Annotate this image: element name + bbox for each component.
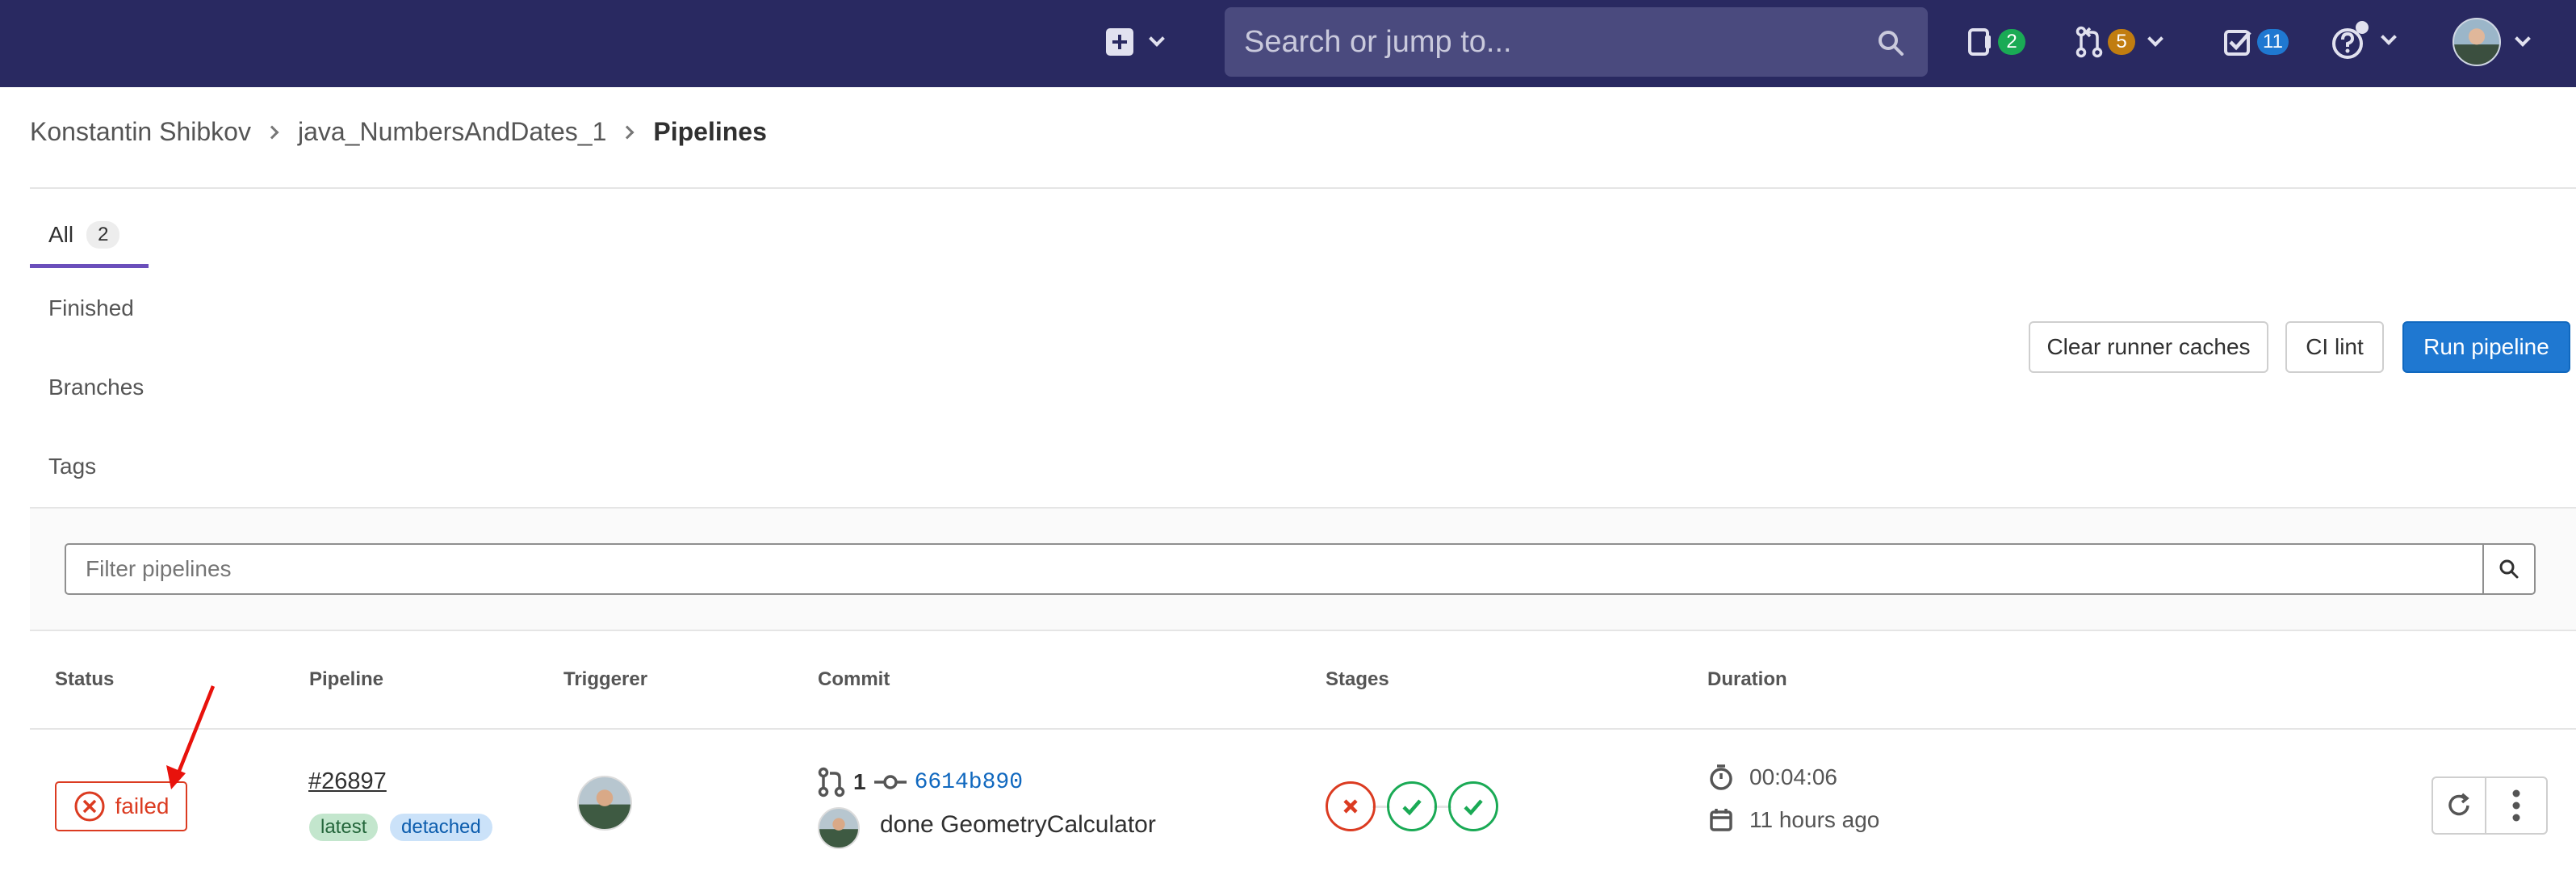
tab-branches[interactable]: Branches bbox=[48, 375, 144, 400]
pipeline-finished-time: 11 hours ago bbox=[1709, 807, 1879, 833]
tab-count-badge: 2 bbox=[86, 220, 120, 249]
issues-link[interactable]: 2 bbox=[1967, 18, 2025, 66]
chevron-down-icon bbox=[2515, 31, 2531, 47]
pipeline-id-link[interactable]: #26897 bbox=[308, 768, 387, 795]
merge-request-icon bbox=[818, 767, 845, 797]
filter-pipelines-input[interactable] bbox=[65, 543, 2484, 595]
commit-icon bbox=[873, 775, 907, 789]
new-dropdown[interactable] bbox=[1106, 18, 1165, 66]
todos-count-badge: 11 bbox=[2257, 29, 2289, 55]
retry-icon bbox=[2448, 793, 2469, 816]
chevron-down-icon bbox=[2147, 31, 2163, 47]
tab-tags[interactable]: Tags bbox=[48, 454, 96, 479]
close-icon bbox=[1343, 799, 1358, 814]
breadcrumb: Konstantin Shibkov java_NumbersAndDates_… bbox=[30, 117, 767, 147]
breadcrumb-item-user[interactable]: Konstantin Shibkov bbox=[30, 117, 251, 147]
clear-runner-caches-button[interactable]: Clear runner caches bbox=[2029, 321, 2268, 373]
retry-button[interactable] bbox=[2431, 776, 2486, 835]
chevron-right-icon bbox=[265, 125, 279, 139]
search-box[interactable] bbox=[1225, 7, 1928, 77]
duration-value: 00:04:06 bbox=[1749, 764, 1837, 789]
issues-count-badge: 2 bbox=[1998, 29, 2025, 55]
breadcrumb-item-project[interactable]: java_NumbersAndDates_1 bbox=[298, 117, 606, 147]
top-navbar: 2 5 11 bbox=[0, 0, 2576, 87]
todos-link[interactable]: 11 bbox=[2223, 18, 2289, 66]
user-menu[interactable] bbox=[2452, 16, 2531, 68]
plus-square-icon bbox=[1106, 28, 1133, 56]
finished-time-value: 11 hours ago bbox=[1749, 807, 1880, 832]
chevron-right-icon bbox=[620, 125, 635, 139]
chevron-down-icon bbox=[2381, 29, 2397, 45]
calendar-icon bbox=[1710, 809, 1732, 831]
column-header-status: Status bbox=[55, 668, 115, 690]
status-badge[interactable]: failed bbox=[55, 781, 187, 831]
stage-success-button[interactable] bbox=[1387, 781, 1437, 831]
latest-badge: latest bbox=[309, 814, 379, 841]
tab-label: All bbox=[48, 221, 74, 247]
stage-success-button[interactable] bbox=[1448, 781, 1498, 831]
search-icon bbox=[2499, 559, 2519, 579]
divider bbox=[30, 728, 2576, 730]
pipeline-duration: 00:04:06 bbox=[1709, 764, 1837, 791]
merge-requests-count-badge: 5 bbox=[2108, 29, 2135, 55]
vertical-ellipsis-icon bbox=[2512, 789, 2520, 822]
help-dropdown[interactable] bbox=[2330, 15, 2397, 66]
more-actions-button[interactable] bbox=[2485, 776, 2548, 835]
search-input[interactable] bbox=[1244, 24, 1858, 60]
commit-author-avatar[interactable] bbox=[818, 807, 860, 849]
column-header-pipeline: Pipeline bbox=[309, 668, 384, 690]
check-icon bbox=[1402, 799, 1422, 816]
column-header-duration: Duration bbox=[1707, 668, 1787, 690]
check-icon bbox=[1464, 799, 1483, 816]
timer-icon bbox=[1710, 764, 1732, 790]
avatar bbox=[2452, 18, 2501, 66]
column-header-stages: Stages bbox=[1326, 668, 1389, 690]
stage-failed-button[interactable] bbox=[1326, 781, 1376, 831]
column-header-commit: Commit bbox=[818, 668, 890, 690]
issues-icon bbox=[1968, 28, 1991, 56]
tab-finished[interactable]: Finished bbox=[48, 295, 134, 321]
breadcrumb-item-current[interactable]: Pipelines bbox=[653, 117, 767, 147]
chevron-down-icon bbox=[1149, 31, 1165, 47]
column-header-triggerer: Triggerer bbox=[563, 668, 648, 690]
search-icon bbox=[1879, 31, 1904, 56]
merge-requests-dropdown[interactable]: 5 bbox=[2075, 18, 2163, 66]
divider bbox=[30, 187, 2576, 189]
triggerer-avatar[interactable] bbox=[577, 776, 632, 831]
commit-ref: 1 6614b890 bbox=[818, 767, 1023, 797]
status-label: failed bbox=[115, 793, 170, 818]
todo-checkbox-icon bbox=[2224, 30, 2251, 56]
filter-search-button[interactable] bbox=[2482, 543, 2536, 595]
ci-lint-button[interactable]: CI lint bbox=[2285, 321, 2384, 373]
merge-request-number[interactable]: 1 bbox=[853, 769, 866, 795]
filter-bar bbox=[30, 507, 2576, 631]
commit-message-link[interactable]: done GeometryCalculator bbox=[880, 811, 1156, 839]
detached-badge: detached bbox=[390, 814, 492, 841]
question-circle-icon bbox=[2332, 21, 2369, 59]
status-failed-icon bbox=[74, 791, 105, 822]
merge-request-icon bbox=[2075, 26, 2103, 58]
run-pipeline-button[interactable]: Run pipeline bbox=[2402, 321, 2570, 373]
commit-sha-link[interactable]: 6614b890 bbox=[915, 770, 1023, 795]
tab-all[interactable]: All 2 bbox=[30, 205, 149, 268]
